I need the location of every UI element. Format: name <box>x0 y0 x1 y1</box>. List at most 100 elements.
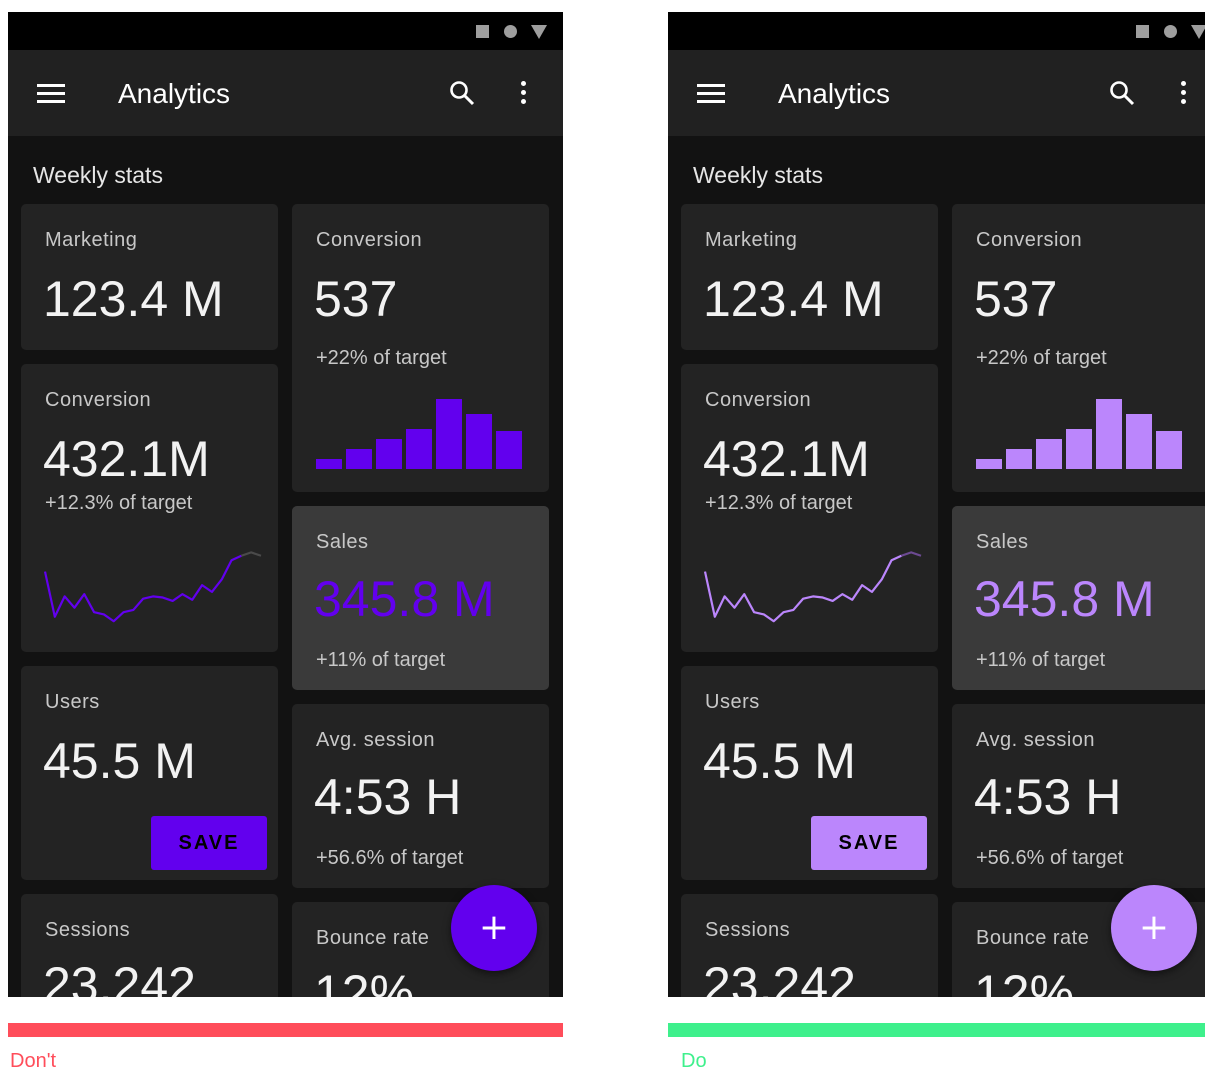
card-label: Marketing <box>705 229 798 251</box>
card-label: Conversion <box>705 389 812 411</box>
do-example-screen: Analytics Weekly stats Marketing 123.4 M… <box>668 12 1205 997</box>
sparkline-chart <box>703 551 922 623</box>
bar-chart <box>976 399 1186 469</box>
bar-7 <box>1156 431 1182 469</box>
sessions-card[interactable]: Sessions 23,242 <box>681 894 938 997</box>
bar-3 <box>376 439 402 469</box>
users-card[interactable]: Users 45.5 M SAVE <box>21 666 278 880</box>
card-value: 23,242 <box>703 957 856 997</box>
card-value: 432.1M <box>43 431 210 487</box>
avg-session-card[interactable]: Avg. session 4:53 H +56.6% of target <box>952 704 1205 888</box>
bar-4 <box>1066 429 1092 469</box>
card-subtitle: +22% of target <box>316 347 447 369</box>
square-icon <box>476 25 489 38</box>
card-value: 123.4 M <box>43 271 224 327</box>
marketing-card[interactable]: Marketing 123.4 M <box>681 204 938 350</box>
sparkline-series <box>703 554 902 623</box>
square-icon <box>1136 25 1149 38</box>
sparkline-tail <box>901 551 922 557</box>
app-title: Analytics <box>778 78 891 109</box>
save-button[interactable]: SAVE <box>811 816 927 870</box>
card-label: Bounce rate <box>316 927 430 949</box>
card-label: Sessions <box>705 919 791 941</box>
card-value: 12% <box>314 965 415 997</box>
app-bar: Analytics <box>668 50 1205 136</box>
card-label: Users <box>45 691 100 713</box>
card-value: 45.5 M <box>703 733 856 789</box>
card-value: 12% <box>974 965 1075 997</box>
card-value: 537 <box>314 271 398 327</box>
dont-indicator-bar <box>8 1023 563 1037</box>
card-value: 4:53 H <box>974 769 1122 825</box>
bar-6 <box>466 414 492 469</box>
bar-2 <box>346 449 372 469</box>
bar-5 <box>436 399 462 469</box>
conversion-bar-card[interactable]: Conversion 537 +22% of target <box>952 204 1205 492</box>
bar-2 <box>1006 449 1032 469</box>
avg-session-card[interactable]: Avg. session 4:53 H +56.6% of target <box>292 704 549 888</box>
card-value: 345.8 M <box>974 571 1155 627</box>
bar-4 <box>406 429 432 469</box>
card-label: Avg. session <box>976 729 1096 751</box>
do-indicator-bar <box>668 1023 1205 1037</box>
card-value: 432.1M <box>703 431 870 487</box>
card-subtitle: +12.3% of target <box>705 492 853 514</box>
search-icon[interactable] <box>449 80 475 106</box>
section-title: Weekly stats <box>693 162 823 188</box>
card-label: Conversion <box>316 229 423 251</box>
bar-chart <box>316 399 526 469</box>
status-bar <box>8 12 563 50</box>
bar-3 <box>1036 439 1062 469</box>
card-value: 23,242 <box>43 957 196 997</box>
section-title: Weekly stats <box>33 162 163 188</box>
card-value: 537 <box>974 271 1058 327</box>
card-subtitle: +11% of target <box>316 649 446 671</box>
menu-icon[interactable] <box>697 84 725 104</box>
sessions-card[interactable]: Sessions 23,242 <box>21 894 278 997</box>
card-label: Avg. session <box>316 729 436 751</box>
dont-example-screen: Analytics Weekly stats Marketing 123.4 M… <box>8 12 563 997</box>
card-value: 45.5 M <box>43 733 196 789</box>
triangle-icon <box>1191 25 1205 39</box>
users-card[interactable]: Users 45.5 M SAVE <box>681 666 938 880</box>
card-value: 4:53 H <box>314 769 462 825</box>
conversion-bar-card[interactable]: Conversion 537 +22% of target <box>292 204 549 492</box>
circle-icon <box>504 25 517 38</box>
status-bar <box>668 12 1205 50</box>
card-label: Sales <box>976 531 1029 553</box>
sparkline-chart <box>43 551 262 623</box>
conversion-line-card[interactable]: Conversion 432.1M +12.3% of target <box>21 364 278 652</box>
more-vert-icon[interactable] <box>1180 80 1188 106</box>
conversion-line-card[interactable]: Conversion 432.1M +12.3% of target <box>681 364 938 652</box>
card-value: 123.4 M <box>703 271 884 327</box>
sales-card[interactable]: Sales 345.8 M +11% of target <box>292 506 549 690</box>
app-bar: Analytics <box>8 50 563 136</box>
card-subtitle: +22% of target <box>976 347 1107 369</box>
card-value: 345.8 M <box>314 571 495 627</box>
more-vert-icon[interactable] <box>520 80 528 106</box>
card-subtitle: +56.6% of target <box>316 847 464 869</box>
triangle-icon <box>531 25 547 39</box>
add-fab-button[interactable]: + <box>1111 885 1197 971</box>
card-subtitle: +56.6% of target <box>976 847 1124 869</box>
sparkline-series <box>43 554 242 623</box>
search-icon[interactable] <box>1109 80 1135 106</box>
card-label: Sessions <box>45 919 131 941</box>
add-fab-button[interactable]: + <box>451 885 537 971</box>
marketing-card[interactable]: Marketing 123.4 M <box>21 204 278 350</box>
sparkline-tail <box>241 551 262 557</box>
dont-label: Don't <box>10 1050 57 1072</box>
do-label: Do <box>681 1050 707 1072</box>
bar-7 <box>496 431 522 469</box>
save-button[interactable]: SAVE <box>151 816 267 870</box>
sales-card[interactable]: Sales 345.8 M +11% of target <box>952 506 1205 690</box>
card-label: Conversion <box>45 389 152 411</box>
bar-1 <box>976 459 1002 469</box>
card-label: Marketing <box>45 229 138 251</box>
card-subtitle: +11% of target <box>976 649 1106 671</box>
circle-icon <box>1164 25 1177 38</box>
app-title: Analytics <box>118 78 231 109</box>
bar-1 <box>316 459 342 469</box>
card-label: Conversion <box>976 229 1083 251</box>
menu-icon[interactable] <box>37 84 65 104</box>
